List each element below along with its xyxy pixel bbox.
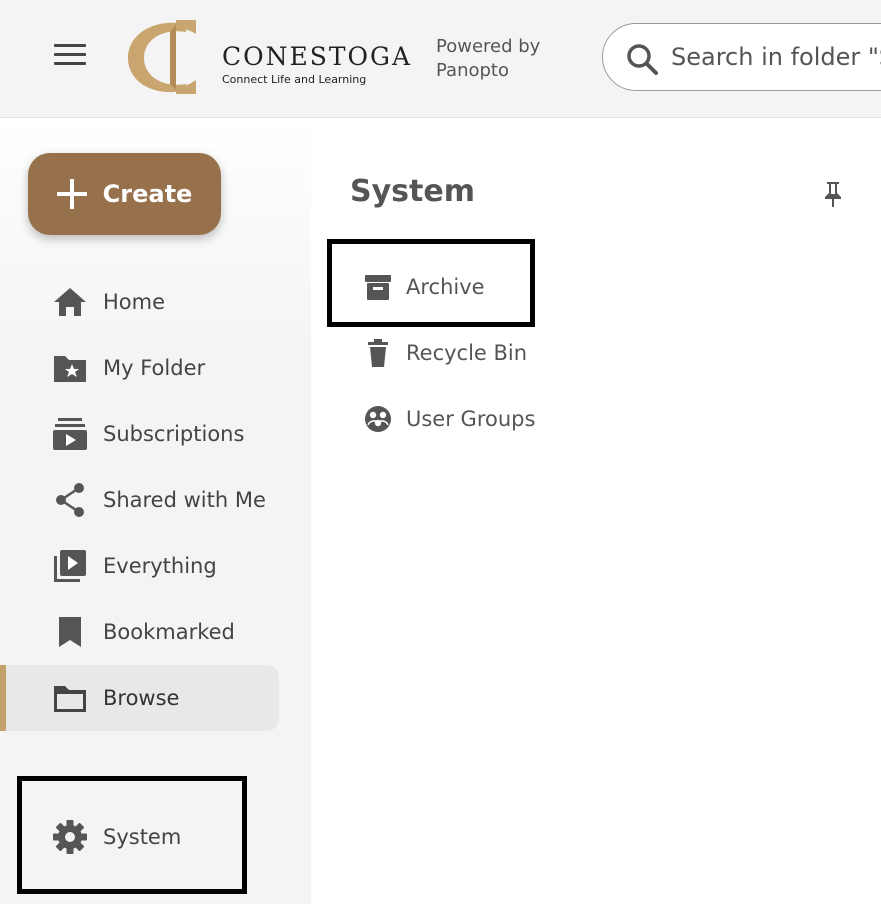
top-header: CONESTOGA Connect Life and Learning Powe… xyxy=(0,0,881,118)
sidebar-item-label: My Folder xyxy=(103,356,206,380)
sidebar-item-label: Browse xyxy=(103,686,180,710)
highlight-box-archive xyxy=(327,239,535,327)
highlight-box-system xyxy=(17,776,247,894)
brand-name: CONESTOGA xyxy=(222,42,413,71)
sidebar-item-label: Home xyxy=(103,290,166,314)
page-title: System xyxy=(350,174,475,209)
sidebar-item-everything[interactable]: Everything xyxy=(0,533,279,599)
video-library-icon xyxy=(54,550,86,582)
sidebar-item-label: Shared with Me xyxy=(103,488,266,512)
search-box[interactable] xyxy=(602,23,881,91)
hamburger-menu-icon[interactable] xyxy=(54,44,86,68)
sidebar-item-subscriptions[interactable]: Subscriptions xyxy=(0,401,279,467)
sidebar-item-my-folder[interactable]: My Folder xyxy=(0,335,279,401)
sidebar-item-label: Everything xyxy=(103,554,217,578)
sidebar-item-shared-with-me[interactable]: Shared with Me xyxy=(0,467,279,533)
create-button[interactable]: Create xyxy=(28,153,221,235)
create-label: Create xyxy=(102,180,193,208)
bookmark-icon xyxy=(59,617,81,647)
sidebar-item-bookmarked[interactable]: Bookmarked xyxy=(0,599,279,665)
search-input[interactable] xyxy=(671,24,881,90)
folder-star-icon xyxy=(54,356,86,382)
trash-icon xyxy=(368,339,388,367)
pin-icon[interactable] xyxy=(822,180,844,208)
share-icon xyxy=(56,483,84,517)
plus-icon xyxy=(56,179,87,209)
sidebar-item-label: Bookmarked xyxy=(103,620,235,644)
home-icon xyxy=(54,288,86,316)
search-icon[interactable] xyxy=(625,42,659,76)
system-item-label: Recycle Bin xyxy=(406,341,528,365)
conestoga-logo-icon xyxy=(128,20,196,94)
folder-icon xyxy=(54,686,86,712)
powered-by-text: Powered by Panopto xyxy=(436,36,541,81)
sidebar-item-home[interactable]: Home xyxy=(0,269,279,335)
system-item-user-groups[interactable]: User Groups xyxy=(362,399,535,439)
subscriptions-icon xyxy=(53,418,87,450)
brand-tagline: Connect Life and Learning xyxy=(222,73,367,86)
system-item-label: User Groups xyxy=(406,407,536,431)
system-item-recycle-bin[interactable]: Recycle Bin xyxy=(362,333,527,373)
user-groups-icon xyxy=(365,406,391,432)
sidebar-item-label: Subscriptions xyxy=(103,422,245,446)
sidebar-item-browse[interactable]: Browse xyxy=(0,665,279,731)
